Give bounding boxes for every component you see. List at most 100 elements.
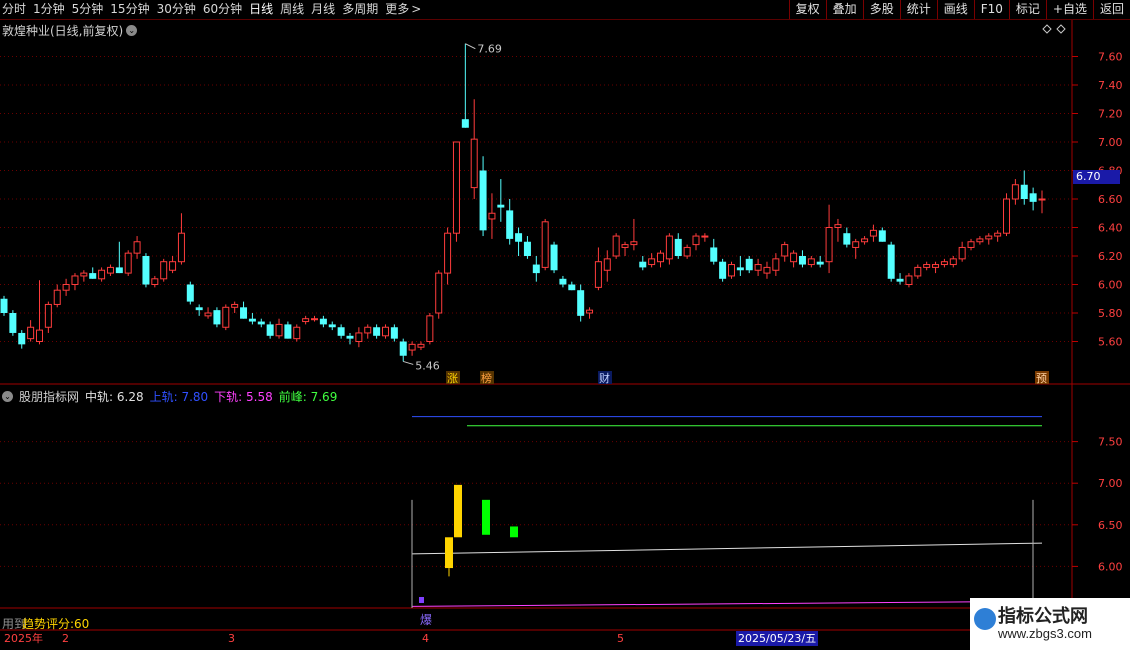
- candle-body: [44, 303, 52, 328]
- candle-body: [985, 235, 993, 240]
- candle-body: [825, 227, 833, 263]
- indicator-bar: [510, 526, 518, 538]
- candle-body: [390, 327, 398, 339]
- candle-body: [275, 323, 283, 337]
- candle-body: [816, 261, 824, 265]
- y-tick-label: 7.60: [1098, 51, 1123, 64]
- candle-body: [124, 252, 132, 274]
- indicator-bar: [445, 537, 453, 569]
- indicator-upper: 上轨: 7.80: [149, 390, 209, 404]
- candle-body: [311, 318, 319, 321]
- y-tick-label: 5.80: [1098, 307, 1123, 320]
- candle-body: [89, 273, 97, 279]
- candle-body: [27, 326, 35, 340]
- indicator-name: 股朋指标网: [19, 390, 80, 404]
- burst-marker: 爆: [420, 613, 432, 627]
- candle-body: [861, 238, 869, 243]
- candle-body: [373, 327, 381, 336]
- candle-body: [736, 267, 744, 271]
- y-tick-label: 6.00: [1098, 279, 1123, 292]
- indicator-line: [411, 600, 1043, 607]
- stock-title-bar: 敦煌种业(日线,前复权) ⌄: [2, 22, 138, 39]
- candle-body: [541, 221, 549, 268]
- candle-body: [151, 278, 159, 285]
- candle-body: [665, 235, 673, 260]
- candle-body: [701, 235, 709, 238]
- candle-body: [328, 324, 336, 328]
- candle-body: [169, 261, 177, 271]
- candle-body: [266, 324, 274, 336]
- chevron-down-icon[interactable]: ⌄: [126, 25, 138, 36]
- event-label: 榜: [481, 371, 492, 385]
- date-month: 2: [62, 632, 69, 645]
- candle-body: [444, 232, 452, 274]
- date-month: 4: [422, 632, 429, 645]
- event-label: 涨: [447, 372, 458, 385]
- candle-body: [71, 275, 79, 286]
- watermark-title: 指标公式网: [998, 606, 1088, 627]
- event-label: 预: [1036, 372, 1047, 385]
- candle-body: [674, 238, 682, 256]
- date-axis: 2025年 2 3 4 5 2025/05/23/五: [0, 631, 970, 646]
- event-label: 财: [599, 371, 610, 385]
- candle-body: [115, 267, 123, 274]
- candle-body: [222, 306, 230, 328]
- candle-body: [683, 246, 691, 257]
- candle-body: [204, 312, 212, 317]
- indicator-lower: 下轨: 5.58: [214, 390, 273, 404]
- candle-body: [798, 256, 806, 265]
- candle-body: [692, 235, 700, 246]
- candle-body: [80, 272, 88, 277]
- candle-body: [470, 138, 478, 189]
- y-tick-label: 6.50: [1098, 519, 1123, 532]
- diamond-icon: [1042, 24, 1052, 34]
- candle-body: [142, 256, 150, 285]
- y-tick-label: 6.20: [1098, 250, 1123, 263]
- candle-body: [515, 233, 523, 242]
- candle-body: [479, 170, 487, 231]
- candle-body: [763, 266, 771, 274]
- candle-body: [53, 289, 61, 305]
- candle-body: [807, 258, 815, 266]
- candle-body: [603, 258, 611, 271]
- candle-body: [657, 252, 665, 263]
- candle-body: [302, 318, 310, 323]
- candle-body: [621, 244, 629, 248]
- candle-body: [949, 258, 957, 266]
- candle-body: [586, 309, 594, 314]
- candle-body: [98, 269, 106, 280]
- candle-body: [319, 318, 327, 325]
- low-pointer: [403, 360, 414, 365]
- candle-body: [559, 278, 567, 285]
- candle-body: [1011, 184, 1019, 200]
- candle-body: [967, 241, 975, 248]
- candle-body: [648, 258, 656, 266]
- diamond-icon: [1056, 24, 1066, 34]
- candle-body: [727, 264, 735, 277]
- candle-body: [1029, 193, 1037, 202]
- candle-body: [1003, 198, 1011, 234]
- candle-body: [1038, 198, 1046, 201]
- indicator-bar: [454, 484, 462, 538]
- candle-body: [257, 321, 265, 325]
- candle-body: [532, 264, 540, 274]
- chevron-down-icon[interactable]: ⌄: [2, 391, 13, 402]
- candle-body: [240, 307, 248, 319]
- candle-body: [417, 343, 425, 348]
- watermark-url: www.zbgs3.com: [998, 626, 1092, 641]
- candle-body: [878, 230, 886, 242]
- candle-body: [923, 264, 931, 268]
- y-tick-label: 6.00: [1098, 560, 1123, 573]
- y-tick-label: 7.00: [1098, 477, 1123, 490]
- y-tick-label: 7.40: [1098, 79, 1123, 92]
- candle-body: [62, 284, 70, 291]
- candle-body: [364, 326, 372, 334]
- trend-score: 趋势评分:60: [22, 617, 90, 631]
- candle-body: [355, 332, 363, 343]
- candle-body: [497, 204, 505, 208]
- candle-body: [248, 318, 256, 322]
- indicator-line: [411, 542, 1043, 555]
- indicator-dot: [419, 597, 424, 603]
- candle-body: [186, 284, 194, 302]
- candle-body: [958, 246, 966, 260]
